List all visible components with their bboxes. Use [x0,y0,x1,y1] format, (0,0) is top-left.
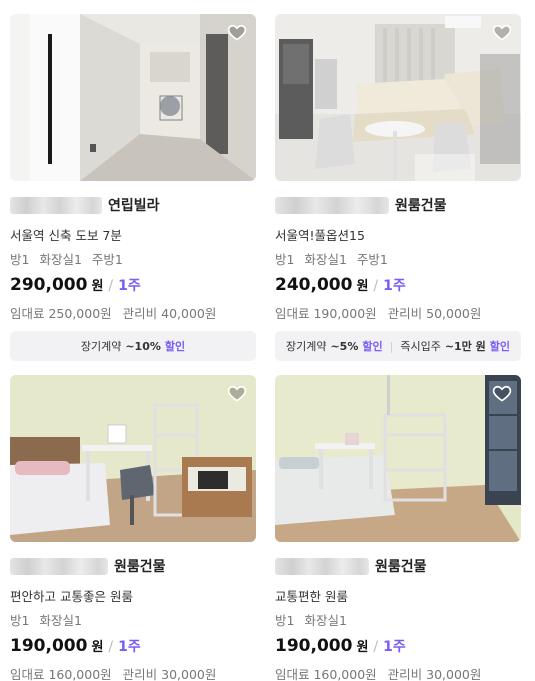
rental-period: 1주 [118,639,141,655]
price-row: 240,000 원 / 1주 [275,275,521,297]
promo-value: ~10% [125,339,161,353]
heart-icon[interactable] [492,22,512,42]
divider: / [108,639,114,655]
listing-title[interactable]: 원룸건물 [10,556,256,576]
room-info: 방1 화장실1 주방1 [275,249,521,267]
listing-description: 편안하고 교통좋은 원룸 [10,589,133,604]
heart-icon[interactable] [227,22,247,42]
listing-card[interactable]: 연립빌라 서울역 신축 도보 7분 방1 화장실1 주방1 290,000 원 … [10,14,256,361]
room-info: 방1 화장실1 [275,610,521,628]
heart-icon[interactable] [227,383,247,403]
listing-title[interactable]: 연립빌라 [10,195,256,215]
listing-photo[interactable] [275,375,521,542]
promo-value: ~5% [330,339,359,353]
price-row: 290,000 원 / 1주 [10,275,256,297]
divider: / [373,639,379,655]
divider: / [373,278,379,294]
bathroom-count: 화장실1 [39,613,82,628]
room-info: 방1 화장실1 [10,610,256,628]
fee-info: 임대료 160,000원 관리비 30,000원 [10,664,256,681]
promo-label: 즉시입주 [400,340,441,353]
rental-period: 1주 [383,639,406,655]
room-info: 방1 화장실1 주방1 [10,249,256,267]
deposit: 임대료 160,000원 [10,667,112,681]
price-unit: 원 [91,279,104,294]
listing-title[interactable]: 원룸건물 [275,195,521,215]
price: 290,000 [10,275,88,295]
listing-photo[interactable] [275,14,521,181]
divider: / [108,278,114,294]
bathroom-count: 화장실1 [304,252,347,267]
listing-photo[interactable] [10,375,256,542]
kitchen-count: 주방1 [91,252,123,267]
blurred-name [275,557,369,575]
room-count: 방1 [275,613,295,628]
promotion-banner: 장기계약 ~5% 할인 | 즉시입주 ~1만 원 할인 [275,331,521,361]
price-row: 190,000 원 / 1주 [275,636,521,658]
promotion-banner: 장기계약 ~10% 할인 [10,331,256,361]
bathroom-count: 화장실1 [304,613,347,628]
listing-description: 교통편한 원룸 [275,589,348,604]
rental-period: 1주 [383,278,406,294]
promo-label: 장기계약 [285,340,327,353]
listing-description: 서울역 신축 도보 7분 [10,228,122,243]
kitchen-count: 주방1 [356,252,388,267]
price-unit: 원 [356,640,369,655]
deposit: 임대료 190,000원 [275,306,377,321]
blurred-name [10,196,102,214]
heart-icon[interactable] [492,383,512,403]
maintenance-fee: 관리비 30,000원 [122,667,217,681]
building-type: 원룸건물 [375,559,427,575]
price: 240,000 [275,275,353,295]
promo-tag: 할인 [164,340,186,353]
price-unit: 원 [356,279,369,294]
price: 190,000 [275,636,353,656]
room-count: 방1 [10,252,30,267]
blurred-name [275,196,389,214]
promo-tag: 할인 [489,340,511,353]
deposit: 임대료 250,000원 [10,306,112,321]
fee-info: 임대료 160,000원 관리비 30,000원 [275,664,521,681]
room-count: 방1 [10,613,30,628]
listing-card[interactable]: 원룸건물 서울역!풀옵션15 방1 화장실1 주방1 240,000 원 / 1… [275,14,521,361]
maintenance-fee: 관리비 50,000원 [387,306,482,321]
listing-photo[interactable] [10,14,256,181]
promo-label: 장기계약 [80,340,122,353]
listing-card[interactable]: 원룸건물 교통편한 원룸 방1 화장실1 190,000 원 / 1주 임대료 … [275,375,521,681]
building-type: 연립빌라 [108,198,160,214]
listing-card[interactable]: 원룸건물 편안하고 교통좋은 원룸 방1 화장실1 190,000 원 / 1주… [10,375,256,681]
rental-period: 1주 [118,278,141,294]
price-unit: 원 [91,640,104,655]
price: 190,000 [10,636,88,656]
maintenance-fee: 관리비 30,000원 [387,667,482,681]
listing-title[interactable]: 원룸건물 [275,556,521,576]
room-count: 방1 [275,252,295,267]
blurred-name [10,557,108,575]
bathroom-count: 화장실1 [39,252,82,267]
building-type: 원룸건물 [114,559,166,575]
listing-description: 서울역!풀옵션15 [275,228,365,243]
maintenance-fee: 관리비 40,000원 [122,306,217,321]
fee-info: 임대료 250,000원 관리비 40,000원 [10,303,256,321]
promo-separator: | [389,339,394,353]
deposit: 임대료 160,000원 [275,667,377,681]
promo-tag: 할인 [362,340,383,353]
building-type: 원룸건물 [395,198,447,214]
fee-info: 임대료 190,000원 관리비 50,000원 [275,303,521,321]
price-row: 190,000 원 / 1주 [10,636,256,658]
promo-value: ~1만 원 [444,340,486,353]
